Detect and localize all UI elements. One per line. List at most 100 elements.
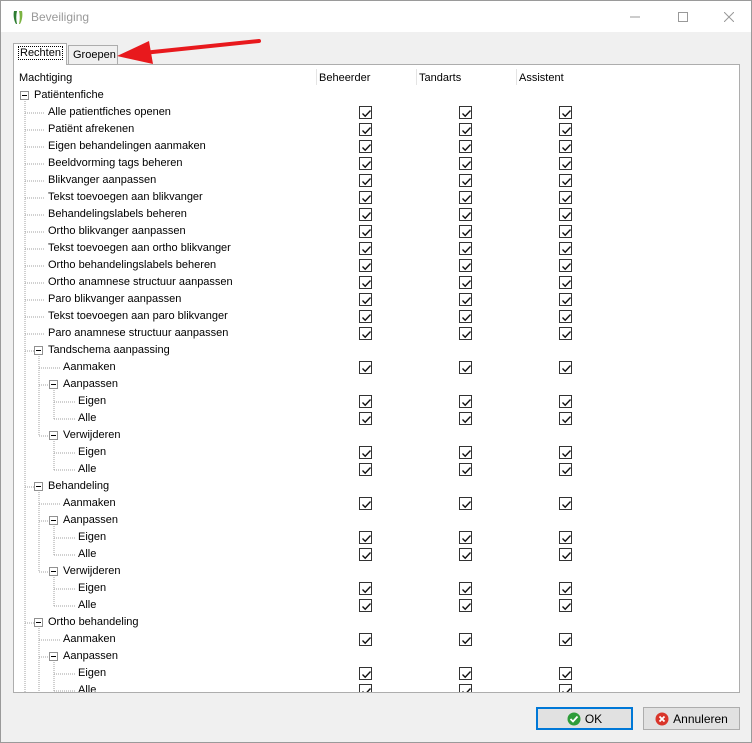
collapse-toggle-icon[interactable] [49,567,58,576]
tandarts-checkbox[interactable] [459,599,472,612]
beheerder-checkbox[interactable] [359,225,372,238]
beheerder-checkbox[interactable] [359,497,372,510]
tandarts-checkbox[interactable] [459,327,472,340]
tandarts-checkbox[interactable] [459,174,472,187]
tandarts-checkbox[interactable] [459,548,472,561]
tandarts-checkbox[interactable] [459,225,472,238]
assistent-checkbox[interactable] [559,327,572,340]
beheerder-checkbox[interactable] [359,106,372,119]
assistent-checkbox[interactable] [559,361,572,374]
beheerder-checkbox[interactable] [359,361,372,374]
collapse-toggle-icon[interactable] [49,380,58,389]
tree-row[interactable]: Alle [14,410,739,427]
assistent-checkbox[interactable] [559,140,572,153]
tab-groepen[interactable]: Groepen [68,45,118,65]
tandarts-checkbox[interactable] [459,310,472,323]
tandarts-checkbox[interactable] [459,191,472,204]
ok-button[interactable]: OK [536,707,633,730]
tandarts-checkbox[interactable] [459,140,472,153]
assistent-checkbox[interactable] [559,208,572,221]
collapse-toggle-icon[interactable] [34,482,43,491]
tree-row[interactable]: Patiënt afrekenen [14,121,739,138]
beheerder-checkbox[interactable] [359,327,372,340]
tandarts-checkbox[interactable] [459,293,472,306]
assistent-checkbox[interactable] [559,123,572,136]
assistent-checkbox[interactable] [559,395,572,408]
beheerder-checkbox[interactable] [359,310,372,323]
tree-row[interactable]: Aanmaken [14,359,739,376]
assistent-checkbox[interactable] [559,191,572,204]
tree-row[interactable]: Eigen [14,444,739,461]
tandarts-checkbox[interactable] [459,463,472,476]
tree-row[interactable]: Blikvanger aanpassen [14,172,739,189]
collapse-toggle-icon[interactable] [34,346,43,355]
assistent-checkbox[interactable] [559,446,572,459]
close-button[interactable] [706,1,752,32]
tree-row[interactable]: Aanmaken [14,495,739,512]
beheerder-checkbox[interactable] [359,395,372,408]
assistent-checkbox[interactable] [559,106,572,119]
beheerder-checkbox[interactable] [359,548,372,561]
beheerder-checkbox[interactable] [359,667,372,680]
tree-row[interactable]: Patiëntenfiche [14,87,739,104]
assistent-checkbox[interactable] [559,310,572,323]
tree-row[interactable]: Tekst toevoegen aan ortho blikvanger [14,240,739,257]
assistent-checkbox[interactable] [559,259,572,272]
maximize-button[interactable] [660,1,706,32]
assistent-checkbox[interactable] [559,497,572,510]
tree-row[interactable]: Verwijderen [14,427,739,444]
beheerder-checkbox[interactable] [359,582,372,595]
tandarts-checkbox[interactable] [459,276,472,289]
tree-row[interactable]: Tekst toevoegen aan blikvanger [14,189,739,206]
beheerder-checkbox[interactable] [359,259,372,272]
assistent-checkbox[interactable] [559,531,572,544]
tree-row[interactable]: Aanmaken [14,631,739,648]
tree-row[interactable]: Aanpassen [14,648,739,665]
assistent-checkbox[interactable] [559,667,572,680]
tandarts-checkbox[interactable] [459,361,472,374]
tree-row[interactable]: Alle [14,546,739,563]
assistent-checkbox[interactable] [559,293,572,306]
tree-row[interactable]: Eigen behandelingen aanmaken [14,138,739,155]
title-bar[interactable]: Beveiliging [1,1,751,32]
tree-row[interactable]: Paro anamnese structuur aanpassen [14,325,739,342]
collapse-toggle-icon[interactable] [49,652,58,661]
assistent-checkbox[interactable] [559,548,572,561]
tree-row[interactable]: Aanpassen [14,512,739,529]
assistent-checkbox[interactable] [559,684,572,692]
tandarts-checkbox[interactable] [459,123,472,136]
tree-row[interactable]: Ortho behandeling [14,614,739,631]
beheerder-checkbox[interactable] [359,412,372,425]
beheerder-checkbox[interactable] [359,684,372,692]
beheerder-checkbox[interactable] [359,157,372,170]
assistent-checkbox[interactable] [559,276,572,289]
tandarts-checkbox[interactable] [459,259,472,272]
beheerder-checkbox[interactable] [359,633,372,646]
assistent-checkbox[interactable] [559,225,572,238]
tree-row[interactable]: Eigen [14,529,739,546]
assistent-checkbox[interactable] [559,157,572,170]
minimize-button[interactable] [612,1,658,32]
tree-row[interactable]: Alle patientfiches openen [14,104,739,121]
tree-row[interactable]: Ortho behandelingslabels beheren [14,257,739,274]
beheerder-checkbox[interactable] [359,123,372,136]
permissions-tree[interactable]: Machtiging Beheerder Tandarts Assistent … [13,64,740,693]
tandarts-checkbox[interactable] [459,667,472,680]
tree-row[interactable]: Verwijderen [14,563,739,580]
beheerder-checkbox[interactable] [359,140,372,153]
tree-row[interactable]: Behandeling [14,478,739,495]
assistent-checkbox[interactable] [559,412,572,425]
beheerder-checkbox[interactable] [359,191,372,204]
beheerder-checkbox[interactable] [359,531,372,544]
tandarts-checkbox[interactable] [459,395,472,408]
tree-row[interactable]: Eigen [14,393,739,410]
beheerder-checkbox[interactable] [359,242,372,255]
tree-row[interactable]: Alle [14,461,739,478]
beheerder-checkbox[interactable] [359,293,372,306]
tandarts-checkbox[interactable] [459,242,472,255]
tree-row[interactable]: Alle [14,597,739,614]
tandarts-checkbox[interactable] [459,633,472,646]
tree-row[interactable]: Eigen [14,665,739,682]
tree-row[interactable]: Paro blikvanger aanpassen [14,291,739,308]
assistent-checkbox[interactable] [559,174,572,187]
